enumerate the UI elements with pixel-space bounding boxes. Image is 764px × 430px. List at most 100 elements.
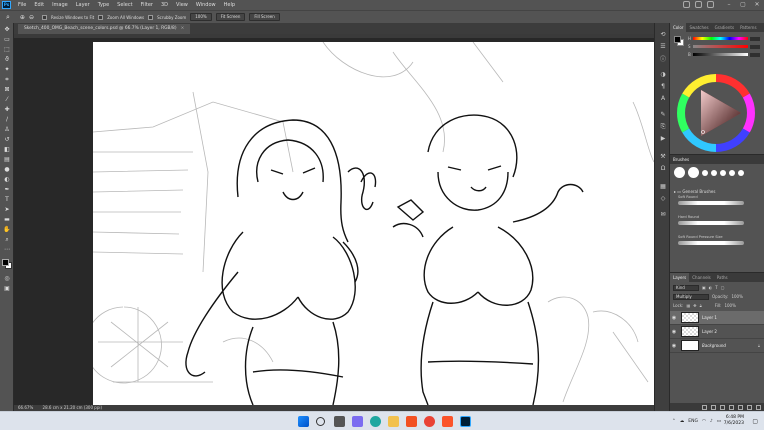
crop-tool-icon[interactable]: ⌗: [3, 76, 11, 83]
blur-tool-icon[interactable]: ●: [3, 166, 11, 173]
zoom-in-icon[interactable]: ⊕: [20, 14, 25, 21]
layer-kind-filter[interactable]: Kind: [673, 284, 699, 291]
zoom-tool-icon[interactable]: ⌕: [6, 13, 10, 22]
language-indicator[interactable]: ENG: [688, 419, 698, 424]
windows-start-icon[interactable]: [298, 416, 309, 427]
link-layers-icon[interactable]: [702, 404, 707, 410]
marquee-tool-icon[interactable]: ⬚: [3, 46, 11, 53]
new-adjustment-icon[interactable]: [729, 404, 734, 410]
quick-mask-icon[interactable]: ◎: [3, 275, 11, 282]
brightness-slider[interactable]: B: [688, 52, 760, 57]
brush-preset-6[interactable]: [729, 169, 735, 176]
minimize-icon[interactable]: –: [722, 0, 736, 10]
home-icon[interactable]: [683, 1, 690, 8]
tab-paths[interactable]: Paths: [714, 273, 731, 282]
menu-file[interactable]: File: [14, 0, 30, 10]
menu-help[interactable]: Help: [220, 0, 239, 10]
delete-layer-icon[interactable]: [756, 404, 761, 410]
brush-preset-3[interactable]: [702, 169, 708, 176]
tray-chevron-icon[interactable]: ⌃: [672, 419, 676, 424]
history-panel-icon[interactable]: ⟲: [659, 31, 667, 38]
info-panel-icon[interactable]: ⓘ: [659, 55, 667, 63]
type-tool-icon[interactable]: T: [3, 196, 11, 203]
tab-swatches[interactable]: Swatches: [686, 23, 711, 32]
canvas-area[interactable]: [14, 38, 654, 405]
brush-hard-round[interactable]: Hard Round: [678, 215, 758, 229]
eyedropper-tool-icon[interactable]: ⁄: [3, 96, 11, 103]
task-view-icon[interactable]: [334, 416, 345, 427]
properties-panel-icon[interactable]: ☰: [659, 43, 667, 50]
chat-icon[interactable]: [352, 416, 363, 427]
foreground-color-swatch[interactable]: [2, 259, 9, 266]
zoom-level[interactable]: 66.67%: [18, 405, 33, 410]
brushes-panel-title[interactable]: Brushes: [670, 155, 764, 164]
menu-3d[interactable]: 3D: [157, 0, 172, 10]
menu-edit[interactable]: Edit: [30, 0, 48, 10]
glyphs-panel-icon[interactable]: Ω: [659, 165, 667, 172]
search-icon[interactable]: [316, 417, 325, 426]
tool-presets-panel-icon[interactable]: ⚒: [659, 153, 667, 160]
frame-tool-icon[interactable]: ⊠: [3, 86, 11, 93]
workspace-icon[interactable]: [707, 1, 714, 8]
libraries-panel-icon[interactable]: ▦: [659, 183, 667, 190]
menu-type[interactable]: Type: [94, 0, 113, 10]
character-panel-icon[interactable]: A: [659, 95, 667, 102]
tab-layers[interactable]: Layers: [670, 273, 690, 282]
fit-screen-button[interactable]: Fit Screen: [215, 13, 246, 21]
volume-icon[interactable]: ♪: [710, 419, 713, 424]
tab-patterns[interactable]: Patterns: [737, 23, 759, 32]
lock-position-icon[interactable]: ✥: [693, 303, 696, 308]
magic-wand-tool-icon[interactable]: ✦: [3, 66, 11, 73]
gradient-tool-icon[interactable]: ▤: [3, 156, 11, 163]
brush-soft-round-pressure[interactable]: Soft Round Pressure Size: [678, 235, 758, 249]
menu-select[interactable]: Select: [113, 0, 136, 10]
wifi-icon[interactable]: ◠: [702, 419, 706, 424]
document-tab[interactable]: Sketch_400_OMG_Beach_scene_colors.psd @ …: [18, 24, 191, 34]
dodge-tool-icon[interactable]: ◐: [3, 176, 11, 183]
brush-settings-panel-icon[interactable]: ✎: [659, 111, 667, 118]
tab-channels[interactable]: Channels: [689, 273, 714, 282]
tab-color[interactable]: Color: [670, 23, 687, 32]
brush-tool-icon[interactable]: ∕: [3, 116, 11, 123]
visibility-eye-icon[interactable]: ◉: [670, 329, 678, 335]
hand-tool-icon[interactable]: ✋: [3, 226, 11, 233]
brush-preset-2[interactable]: [688, 167, 699, 178]
store-icon[interactable]: [406, 416, 417, 427]
menu-window[interactable]: Window: [192, 0, 220, 10]
tab-gradients[interactable]: Gradients: [712, 23, 738, 32]
filter-shape-icon[interactable]: ▢: [721, 285, 725, 290]
artwork-canvas[interactable]: [93, 42, 654, 405]
filter-adjustment-icon[interactable]: ◐: [709, 285, 713, 290]
saturation-slider[interactable]: S: [688, 44, 760, 49]
battery-icon[interactable]: ▭: [717, 419, 721, 424]
filter-type-icon[interactable]: T: [715, 285, 717, 290]
adjustments-panel-icon[interactable]: ◑: [659, 71, 667, 78]
brush-preset-1[interactable]: [674, 167, 685, 178]
brush-preset-4[interactable]: [711, 169, 717, 176]
tray-app-icon[interactable]: ☁: [680, 419, 685, 424]
lasso-tool-icon[interactable]: ϑ: [3, 56, 11, 63]
chrome-icon[interactable]: [424, 416, 435, 427]
brush-preset-5[interactable]: [720, 169, 726, 176]
eraser-tool-icon[interactable]: ◧: [3, 146, 11, 153]
color-foreground-swatch[interactable]: [674, 36, 681, 43]
zoom-out-icon[interactable]: ⊖: [29, 14, 34, 21]
edge-browser-icon[interactable]: [370, 416, 381, 427]
clone-source-panel-icon[interactable]: ⎘: [659, 123, 667, 130]
menu-image[interactable]: Image: [48, 0, 72, 10]
hue-slider[interactable]: H: [688, 36, 760, 41]
zoom-all-windows-checkbox[interactable]: [98, 14, 104, 20]
navigator-panel-icon[interactable]: ◇: [659, 195, 667, 202]
zoom-tool-icon[interactable]: ⌕: [3, 236, 11, 243]
resize-windows-checkbox[interactable]: [41, 14, 47, 20]
visibility-eye-icon[interactable]: ◉: [670, 315, 678, 321]
menu-view[interactable]: View: [172, 0, 192, 10]
brush-soft-round[interactable]: Soft Round: [678, 195, 758, 209]
layer-style-icon[interactable]: [711, 404, 716, 410]
brave-icon[interactable]: [442, 416, 453, 427]
blend-mode-select[interactable]: Multiply: [673, 293, 709, 300]
file-explorer-icon[interactable]: [388, 416, 399, 427]
new-group-icon[interactable]: [738, 404, 743, 410]
scrubby-zoom-checkbox[interactable]: [148, 14, 154, 20]
color-wheel[interactable]: [677, 74, 755, 152]
